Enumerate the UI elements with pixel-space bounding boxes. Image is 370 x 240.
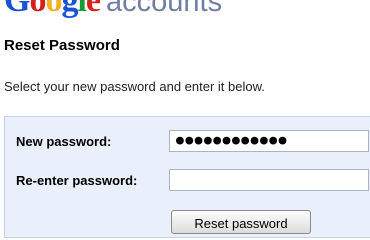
google-wordmark: Google <box>4 0 101 19</box>
new-password-masked-value: ●●●●●●●●●●●● <box>176 133 288 148</box>
reenter-password-field[interactable] <box>169 169 369 191</box>
instructions-text: Select your new password and enter it be… <box>4 79 265 94</box>
google-accounts-logo: Google accounts <box>4 0 222 18</box>
page-title: Reset Password <box>4 37 120 54</box>
new-password-label: New password: <box>16 134 112 149</box>
reset-password-button[interactable]: Reset password <box>171 210 311 234</box>
new-password-field[interactable]: ●●●●●●●●●●●● <box>169 130 369 152</box>
reset-password-form: New password: ●●●●●●●●●●●● Re-enter pass… <box>4 116 370 238</box>
accounts-label: accounts <box>106 0 223 18</box>
reenter-password-label: Re-enter password: <box>16 173 138 188</box>
